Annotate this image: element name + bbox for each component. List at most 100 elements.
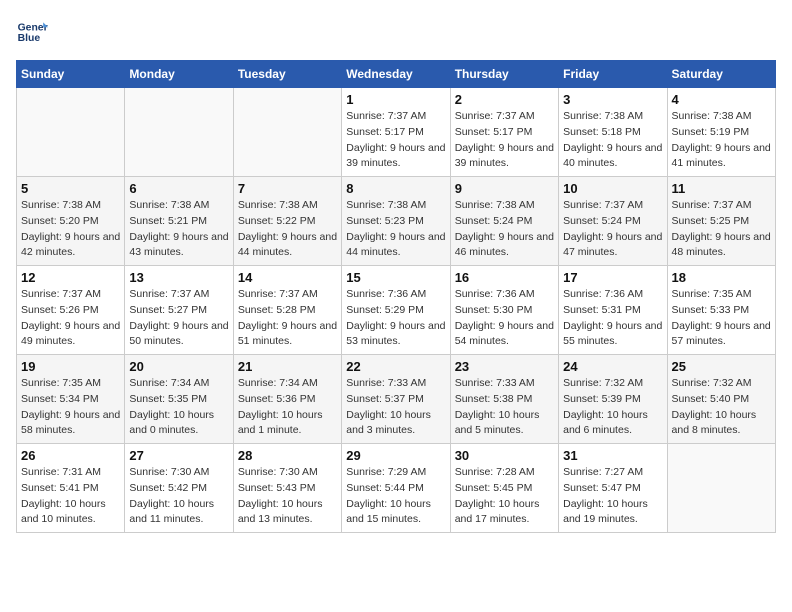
calendar-cell: 7 Sunrise: 7:38 AMSunset: 5:22 PMDaylight… bbox=[233, 177, 341, 266]
weekday-header-wednesday: Wednesday bbox=[342, 61, 450, 88]
day-info: Sunrise: 7:30 AMSunset: 5:42 PMDaylight:… bbox=[129, 465, 228, 528]
calendar-cell: 13 Sunrise: 7:37 AMSunset: 5:27 PMDayligh… bbox=[125, 266, 233, 355]
day-info: Sunrise: 7:33 AMSunset: 5:37 PMDaylight:… bbox=[346, 376, 445, 439]
day-info: Sunrise: 7:36 AMSunset: 5:29 PMDaylight:… bbox=[346, 287, 445, 350]
day-info: Sunrise: 7:34 AMSunset: 5:35 PMDaylight:… bbox=[129, 376, 228, 439]
logo-icon: General Blue bbox=[16, 16, 48, 48]
day-number: 3 bbox=[563, 92, 662, 107]
day-number: 4 bbox=[672, 92, 771, 107]
calendar-cell: 1 Sunrise: 7:37 AMSunset: 5:17 PMDaylight… bbox=[342, 88, 450, 177]
calendar-cell: 20 Sunrise: 7:34 AMSunset: 5:35 PMDayligh… bbox=[125, 355, 233, 444]
day-number: 7 bbox=[238, 181, 337, 196]
day-info: Sunrise: 7:37 AMSunset: 5:24 PMDaylight:… bbox=[563, 198, 662, 261]
day-number: 15 bbox=[346, 270, 445, 285]
day-info: Sunrise: 7:32 AMSunset: 5:40 PMDaylight:… bbox=[672, 376, 771, 439]
calendar-cell bbox=[125, 88, 233, 177]
calendar-cell: 17 Sunrise: 7:36 AMSunset: 5:31 PMDayligh… bbox=[559, 266, 667, 355]
calendar-cell bbox=[17, 88, 125, 177]
day-number: 23 bbox=[455, 359, 554, 374]
page-header: General Blue bbox=[16, 16, 776, 48]
calendar-cell: 18 Sunrise: 7:35 AMSunset: 5:33 PMDayligh… bbox=[667, 266, 775, 355]
weekday-header-thursday: Thursday bbox=[450, 61, 558, 88]
day-info: Sunrise: 7:37 AMSunset: 5:25 PMDaylight:… bbox=[672, 198, 771, 261]
day-info: Sunrise: 7:28 AMSunset: 5:45 PMDaylight:… bbox=[455, 465, 554, 528]
calendar-cell: 9 Sunrise: 7:38 AMSunset: 5:24 PMDaylight… bbox=[450, 177, 558, 266]
calendar-cell: 14 Sunrise: 7:37 AMSunset: 5:28 PMDayligh… bbox=[233, 266, 341, 355]
day-info: Sunrise: 7:35 AMSunset: 5:33 PMDaylight:… bbox=[672, 287, 771, 350]
day-number: 20 bbox=[129, 359, 228, 374]
week-row-1: 1 Sunrise: 7:37 AMSunset: 5:17 PMDaylight… bbox=[17, 88, 776, 177]
day-info: Sunrise: 7:33 AMSunset: 5:38 PMDaylight:… bbox=[455, 376, 554, 439]
day-number: 2 bbox=[455, 92, 554, 107]
day-number: 17 bbox=[563, 270, 662, 285]
calendar-cell: 24 Sunrise: 7:32 AMSunset: 5:39 PMDayligh… bbox=[559, 355, 667, 444]
day-info: Sunrise: 7:38 AMSunset: 5:24 PMDaylight:… bbox=[455, 198, 554, 261]
calendar-cell: 29 Sunrise: 7:29 AMSunset: 5:44 PMDayligh… bbox=[342, 444, 450, 533]
day-number: 30 bbox=[455, 448, 554, 463]
weekday-header-sunday: Sunday bbox=[17, 61, 125, 88]
day-info: Sunrise: 7:38 AMSunset: 5:18 PMDaylight:… bbox=[563, 109, 662, 172]
weekday-header-friday: Friday bbox=[559, 61, 667, 88]
day-number: 25 bbox=[672, 359, 771, 374]
day-info: Sunrise: 7:38 AMSunset: 5:22 PMDaylight:… bbox=[238, 198, 337, 261]
day-info: Sunrise: 7:37 AMSunset: 5:26 PMDaylight:… bbox=[21, 287, 120, 350]
day-number: 24 bbox=[563, 359, 662, 374]
day-info: Sunrise: 7:36 AMSunset: 5:30 PMDaylight:… bbox=[455, 287, 554, 350]
calendar-cell: 11Sunrise: 7:37 AMSunset: 5:25 PMDayligh… bbox=[667, 177, 775, 266]
calendar-cell bbox=[233, 88, 341, 177]
day-number: 13 bbox=[129, 270, 228, 285]
day-info: Sunrise: 7:27 AMSunset: 5:47 PMDaylight:… bbox=[563, 465, 662, 528]
calendar-cell: 8 Sunrise: 7:38 AMSunset: 5:23 PMDaylight… bbox=[342, 177, 450, 266]
day-number: 18 bbox=[672, 270, 771, 285]
calendar-cell: 21 Sunrise: 7:34 AMSunset: 5:36 PMDayligh… bbox=[233, 355, 341, 444]
calendar-cell: 2 Sunrise: 7:37 AMSunset: 5:17 PMDaylight… bbox=[450, 88, 558, 177]
day-info: Sunrise: 7:32 AMSunset: 5:39 PMDaylight:… bbox=[563, 376, 662, 439]
day-info: Sunrise: 7:38 AMSunset: 5:19 PMDaylight:… bbox=[672, 109, 771, 172]
week-row-4: 19 Sunrise: 7:35 AMSunset: 5:34 PMDayligh… bbox=[17, 355, 776, 444]
day-info: Sunrise: 7:36 AMSunset: 5:31 PMDaylight:… bbox=[563, 287, 662, 350]
calendar-cell: 27 Sunrise: 7:30 AMSunset: 5:42 PMDayligh… bbox=[125, 444, 233, 533]
day-number: 27 bbox=[129, 448, 228, 463]
day-number: 26 bbox=[21, 448, 120, 463]
calendar-cell: 31Sunrise: 7:27 AMSunset: 5:47 PMDayligh… bbox=[559, 444, 667, 533]
day-number: 19 bbox=[21, 359, 120, 374]
day-info: Sunrise: 7:38 AMSunset: 5:23 PMDaylight:… bbox=[346, 198, 445, 261]
weekday-header-monday: Monday bbox=[125, 61, 233, 88]
day-info: Sunrise: 7:35 AMSunset: 5:34 PMDaylight:… bbox=[21, 376, 120, 439]
week-row-5: 26Sunrise: 7:31 AMSunset: 5:41 PMDayligh… bbox=[17, 444, 776, 533]
day-number: 6 bbox=[129, 181, 228, 196]
day-number: 21 bbox=[238, 359, 337, 374]
calendar-cell bbox=[667, 444, 775, 533]
day-info: Sunrise: 7:38 AMSunset: 5:20 PMDaylight:… bbox=[21, 198, 120, 261]
day-info: Sunrise: 7:37 AMSunset: 5:17 PMDaylight:… bbox=[346, 109, 445, 172]
weekday-header-saturday: Saturday bbox=[667, 61, 775, 88]
calendar-cell: 4 Sunrise: 7:38 AMSunset: 5:19 PMDaylight… bbox=[667, 88, 775, 177]
calendar-cell: 28Sunrise: 7:30 AMSunset: 5:43 PMDayligh… bbox=[233, 444, 341, 533]
calendar-table: SundayMondayTuesdayWednesdayThursdayFrid… bbox=[16, 60, 776, 533]
day-number: 5 bbox=[21, 181, 120, 196]
day-number: 8 bbox=[346, 181, 445, 196]
calendar-cell: 10Sunrise: 7:37 AMSunset: 5:24 PMDayligh… bbox=[559, 177, 667, 266]
calendar-cell: 30 Sunrise: 7:28 AMSunset: 5:45 PMDayligh… bbox=[450, 444, 558, 533]
weekday-header-tuesday: Tuesday bbox=[233, 61, 341, 88]
calendar-cell: 12Sunrise: 7:37 AMSunset: 5:26 PMDayligh… bbox=[17, 266, 125, 355]
day-info: Sunrise: 7:37 AMSunset: 5:17 PMDaylight:… bbox=[455, 109, 554, 172]
day-number: 22 bbox=[346, 359, 445, 374]
calendar-cell: 6Sunrise: 7:38 AMSunset: 5:21 PMDaylight… bbox=[125, 177, 233, 266]
day-info: Sunrise: 7:37 AMSunset: 5:27 PMDaylight:… bbox=[129, 287, 228, 350]
svg-text:Blue: Blue bbox=[18, 33, 41, 44]
calendar-cell: 16Sunrise: 7:36 AMSunset: 5:30 PMDayligh… bbox=[450, 266, 558, 355]
day-number: 9 bbox=[455, 181, 554, 196]
week-row-3: 12Sunrise: 7:37 AMSunset: 5:26 PMDayligh… bbox=[17, 266, 776, 355]
weekday-header-row: SundayMondayTuesdayWednesdayThursdayFrid… bbox=[17, 61, 776, 88]
day-info: Sunrise: 7:37 AMSunset: 5:28 PMDaylight:… bbox=[238, 287, 337, 350]
day-number: 28 bbox=[238, 448, 337, 463]
day-number: 14 bbox=[238, 270, 337, 285]
day-number: 1 bbox=[346, 92, 445, 107]
day-info: Sunrise: 7:29 AMSunset: 5:44 PMDaylight:… bbox=[346, 465, 445, 528]
day-info: Sunrise: 7:34 AMSunset: 5:36 PMDaylight:… bbox=[238, 376, 337, 439]
calendar-cell: 25 Sunrise: 7:32 AMSunset: 5:40 PMDayligh… bbox=[667, 355, 775, 444]
week-row-2: 5 Sunrise: 7:38 AMSunset: 5:20 PMDaylight… bbox=[17, 177, 776, 266]
day-number: 29 bbox=[346, 448, 445, 463]
calendar-cell: 19 Sunrise: 7:35 AMSunset: 5:34 PMDayligh… bbox=[17, 355, 125, 444]
